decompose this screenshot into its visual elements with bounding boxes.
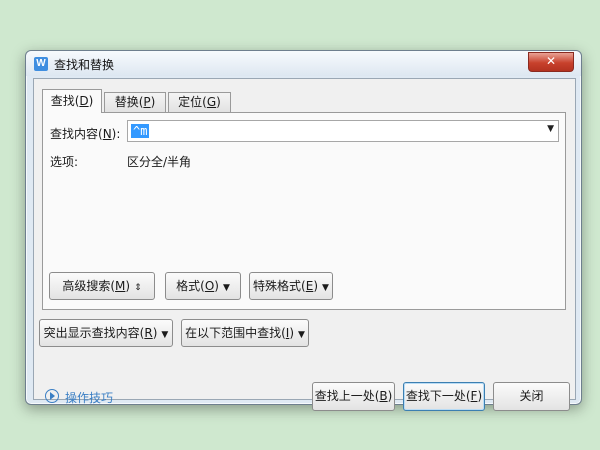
find-replace-dialog: W 查找和替换 ✕ 查找(D) 替换(P) 定位(G) 查找内容(N): ^m … xyxy=(25,50,582,411)
chevron-down-icon: ▼ xyxy=(161,330,169,340)
tab-goto-suffix: ) xyxy=(216,95,221,109)
find-next-label: 查找下一处( xyxy=(405,389,471,403)
find-in-range-button[interactable]: 在以下范围中查找(I) ▼ xyxy=(181,319,309,347)
find-previous-key: B xyxy=(379,389,388,403)
find-previous-suffix: ) xyxy=(387,389,393,403)
special-format-button[interactable]: 特殊格式(E) ▼ xyxy=(249,272,333,300)
highlight-found-key: R xyxy=(144,326,153,340)
find-panel: 查找内容(N): ^m ▼ 选项: 区分全/半角 高级搜索(M) ⇕ 格式(O) ▼… xyxy=(42,112,566,310)
tab-replace-suffix: ) xyxy=(150,95,156,109)
chevron-down-icon: ▼ xyxy=(298,330,305,340)
tab-replace-key: P xyxy=(143,95,151,109)
tab-replace-label: 替换( xyxy=(114,95,144,109)
find-what-value[interactable]: ^m xyxy=(131,124,150,138)
dialog-title: 查找和替换 xyxy=(54,58,115,72)
find-next-button[interactable]: 查找下一处(F) xyxy=(403,382,485,411)
wps-app-icon: W xyxy=(34,57,48,71)
find-what-combobox[interactable]: ^m ▼ xyxy=(127,120,559,142)
close-window-button[interactable]: ✕ xyxy=(528,52,574,72)
find-what-label: 查找内容(N): xyxy=(50,125,120,142)
highlight-found-suffix: ) xyxy=(152,326,158,340)
format-button[interactable]: 格式(O) ▼ xyxy=(165,272,241,300)
tab-replace[interactable]: 替换(P) xyxy=(104,92,166,112)
options-value: 区分全/半角 xyxy=(127,155,192,169)
advanced-search-button[interactable]: 高级搜索(M) ⇕ xyxy=(49,272,155,300)
format-suffix: ) xyxy=(214,279,219,293)
tab-goto[interactable]: 定位(G) xyxy=(168,92,231,112)
tab-find-key: D xyxy=(79,94,89,108)
special-format-suffix: ) xyxy=(313,279,319,293)
tab-find[interactable]: 查找(D) xyxy=(42,89,102,113)
find-previous-button[interactable]: 查找上一处(B) xyxy=(312,382,395,411)
find-previous-label: 查找上一处( xyxy=(314,389,380,403)
close-button[interactable]: 关闭 xyxy=(493,382,570,411)
play-circle-icon xyxy=(45,389,59,403)
title-bar[interactable]: W 查找和替换 ✕ xyxy=(26,51,581,76)
find-what-label-text: 查找内容( xyxy=(50,127,103,141)
tips-link-label: 操作技巧 xyxy=(65,391,114,405)
format-label: 格式( xyxy=(176,279,205,293)
find-what-label-key: N xyxy=(102,127,112,141)
advanced-search-label: 高级搜索( xyxy=(62,279,116,293)
tab-find-label: 查找( xyxy=(50,94,80,108)
find-in-range-label: 在以下范围中查找( xyxy=(185,326,286,340)
find-what-label-suffix: ): xyxy=(111,127,121,141)
tab-find-suffix: ) xyxy=(88,94,94,108)
tab-goto-label: 定位( xyxy=(178,95,207,109)
chevron-down-icon: ▼ xyxy=(322,283,329,293)
format-key: O xyxy=(204,279,215,293)
highlight-found-button[interactable]: 突出显示查找内容(R) ▼ xyxy=(39,319,173,347)
special-format-label: 特殊格式( xyxy=(253,279,306,293)
highlight-found-label: 突出显示查找内容( xyxy=(43,326,145,340)
advanced-search-suffix: ) xyxy=(125,279,131,293)
dialog-body: 查找(D) 替换(P) 定位(G) 查找内容(N): ^m ▼ 选项: 区分全/… xyxy=(33,78,576,411)
find-in-range-suffix: ) xyxy=(289,326,294,340)
close-button-label: 关闭 xyxy=(519,389,544,403)
find-next-suffix: ) xyxy=(477,389,483,403)
options-label: 选项: xyxy=(50,155,79,169)
advanced-search-key: M xyxy=(115,279,126,293)
expand-icon: ⇕ xyxy=(134,283,142,293)
chevron-down-icon: ▼ xyxy=(222,283,230,293)
tab-goto-key: G xyxy=(206,95,217,109)
triangle-down-icon[interactable]: ▼ xyxy=(547,124,554,134)
